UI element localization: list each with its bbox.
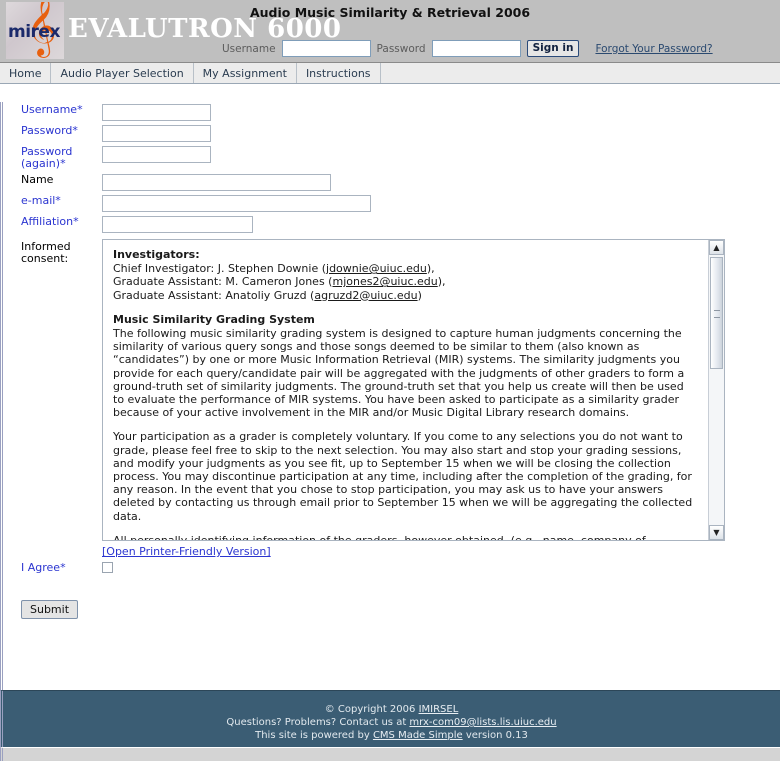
consent-scrollbar[interactable]: ▲ ▼ <box>708 240 724 540</box>
input-name[interactable] <box>102 174 331 191</box>
investigator-1-prefix: Chief Investigator: J. Stephen Downie ( <box>113 262 327 276</box>
label-password: Password* <box>3 123 102 144</box>
form-row-agree: I Agree* <box>3 560 725 578</box>
scrollbar-thumb[interactable] <box>710 257 723 369</box>
consent-investigator-line-3: Graduate Assistant: Anatoliy Gruzd (agru… <box>113 289 697 302</box>
investigator-1-email[interactable]: jdownie@uiuc.edu <box>326 262 427 275</box>
consent-paragraph-3: All personally identifying information o… <box>113 534 697 540</box>
label-informed-consent-text: Informed consent: <box>21 240 71 265</box>
scroll-down-icon[interactable]: ▼ <box>709 525 724 540</box>
forgot-password-link[interactable]: Forgot Your Password? <box>595 43 712 55</box>
printer-friendly-link[interactable]: [Open Printer-Friendly Version] <box>102 545 271 558</box>
label-name-text: Name <box>21 173 54 186</box>
label-username: Username* <box>3 102 102 123</box>
consent-scroll-box[interactable]: Investigators: Chief Investigator: J. St… <box>102 239 725 541</box>
consent-investigator-line-1: Chief Investigator: J. Stephen Downie (j… <box>113 262 697 275</box>
scrollbar-grip-icon <box>714 310 720 318</box>
registration-form: Username* Password* Password (again)* Na… <box>3 102 725 578</box>
investigator-2-prefix: Graduate Assistant: M. Cameron Jones ( <box>113 275 333 289</box>
signin-button[interactable]: Sign in <box>526 40 580 57</box>
footer-copyright: © Copyright 2006 IMIRSEL <box>3 703 780 716</box>
footer-contact: Questions? Problems? Contact us at mrx-c… <box>3 716 780 729</box>
footer-powered-by: This site is powered by CMS Made Simple … <box>3 729 780 742</box>
consent-investigators-heading: Investigators: <box>113 248 200 261</box>
footer-copyright-prefix: © Copyright 2006 <box>324 704 419 715</box>
form-row-consent: Informed consent: Investigators: Chief I… <box>3 235 725 560</box>
investigator-3-prefix: Graduate Assistant: Anatoliy Gruzd ( <box>113 288 315 302</box>
footer-contact-prefix: Questions? Problems? Contact us at <box>226 717 410 728</box>
signin-password-input[interactable] <box>431 40 521 57</box>
logo-wordmark: mirex <box>8 22 60 42</box>
main-content: Username* Password* Password (again)* Na… <box>0 102 780 690</box>
label-i-agree: I Agree* <box>3 560 102 578</box>
label-password-again: Password (again)* <box>3 144 102 172</box>
nav-item-instructions[interactable]: Instructions <box>297 63 381 83</box>
consent-paragraph-1: The following music similarity grading s… <box>113 327 685 420</box>
nav-item-home[interactable]: Home <box>0 63 52 83</box>
bottom-strip <box>0 747 780 761</box>
investigator-1-suffix: ), <box>426 262 435 276</box>
nav-item-my-assignment[interactable]: My Assignment <box>194 63 297 83</box>
site-header: 𝄞 mirex EVALUTRON 6000 Audio Music Simil… <box>0 0 780 63</box>
form-row-username: Username* <box>3 102 725 123</box>
form-row-password-again: Password (again)* <box>3 144 725 172</box>
consent-investigator-line-2: Graduate Assistant: M. Cameron Jones (mj… <box>113 275 697 288</box>
form-row-affiliation: Affiliation* <box>3 214 725 235</box>
footer-contact-email-link[interactable]: mrx-com09@lists.lis.uiuc.edu <box>409 717 556 728</box>
input-username[interactable] <box>102 104 211 121</box>
label-password-text[interactable]: Password* <box>21 124 78 137</box>
label-password-again-text[interactable]: Password (again)* <box>21 145 72 170</box>
consent-section-heading: Music Similarity Grading System <box>113 312 315 326</box>
label-affiliation: Affiliation* <box>3 214 102 235</box>
footer-imirsel-link[interactable]: IMIRSEL <box>419 704 459 715</box>
input-password-again[interactable] <box>102 146 211 163</box>
consent-paragraph-2: Your participation as a grader is comple… <box>113 430 693 523</box>
consent-text: Investigators: Chief Investigator: J. St… <box>103 240 707 540</box>
agree-checkbox[interactable] <box>102 562 113 573</box>
investigator-3-suffix: ) <box>417 288 422 302</box>
printer-friendly-row: [Open Printer-Friendly Version] <box>102 545 725 558</box>
signin-username-input[interactable] <box>281 40 371 57</box>
page-title: Audio Music Similarity & Retrieval 2006 <box>249 5 531 20</box>
form-row-name: Name <box>3 172 725 193</box>
investigator-3-email[interactable]: agruzd2@uiuc.edu <box>314 289 417 302</box>
submit-button[interactable]: Submit <box>21 600 79 619</box>
form-row-password: Password* <box>3 123 725 144</box>
label-email-text[interactable]: e-mail* <box>21 194 61 207</box>
input-email[interactable] <box>102 195 371 212</box>
label-username-text[interactable]: Username* <box>21 103 83 116</box>
label-i-agree-text[interactable]: I Agree* <box>21 561 66 574</box>
main-nav: Home Audio Player Selection My Assignmen… <box>0 63 780 84</box>
investigator-2-email[interactable]: mjones2@uiuc.edu <box>332 275 437 288</box>
investigator-2-suffix: ), <box>437 275 446 289</box>
label-informed-consent: Informed consent: <box>3 235 102 560</box>
input-password[interactable] <box>102 125 211 142</box>
label-email: e-mail* <box>3 193 102 214</box>
input-affiliation[interactable] <box>102 216 253 233</box>
signin-password-label: Password <box>376 42 426 55</box>
label-affiliation-text[interactable]: Affiliation* <box>21 215 79 228</box>
signin-username-label: Username <box>222 42 276 55</box>
site-footer: © Copyright 2006 IMIRSEL Questions? Prob… <box>0 690 780 747</box>
label-name: Name <box>3 172 102 193</box>
scroll-up-icon[interactable]: ▲ <box>709 240 724 255</box>
page-root: 𝄞 mirex EVALUTRON 6000 Audio Music Simil… <box>0 0 780 761</box>
signin-bar: Username Password Sign in Forgot Your Pa… <box>222 40 713 57</box>
nav-item-audio-player-selection[interactable]: Audio Player Selection <box>51 63 194 83</box>
form-row-email: e-mail* <box>3 193 725 214</box>
